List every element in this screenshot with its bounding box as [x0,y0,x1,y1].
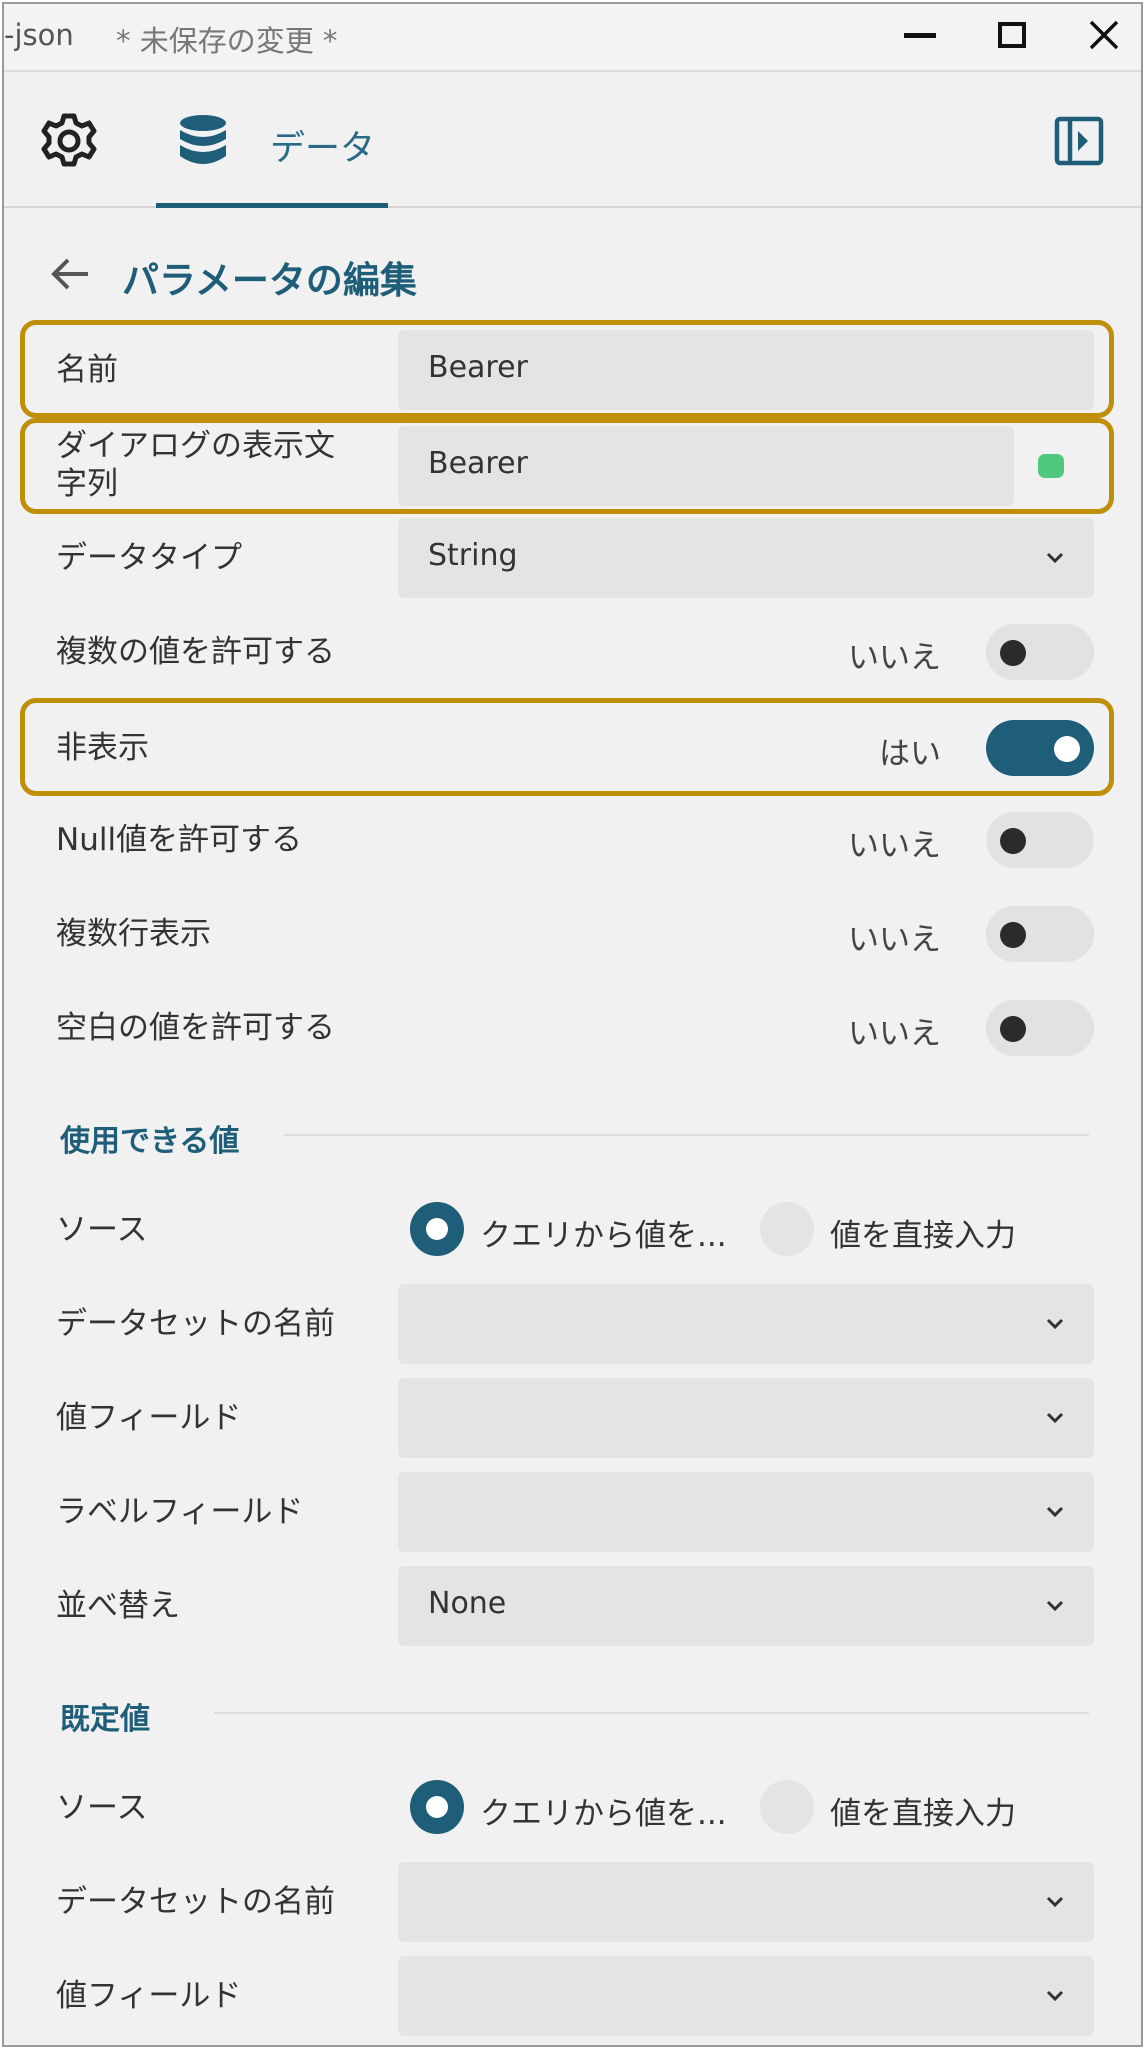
available-source-label: ソース [56,1212,148,1248]
window-title: -json [4,18,74,52]
chevron-down-icon [1046,1506,1064,1518]
null-state: いいえ [848,828,941,864]
minimize-button[interactable] [880,4,960,66]
highlight-name [20,320,1114,418]
multiline-state: いいえ [848,922,941,958]
default-dataset-label: データセットの名前 [56,1884,335,1920]
chevron-down-icon [1046,1600,1064,1612]
title-bar: -json * 未保存の変更 * [4,4,1141,72]
default-value-field-row: 値フィールド [4,1956,1141,2036]
datatype-select[interactable]: String [398,518,1094,598]
multi-value-label: 複数の値を許可する [56,634,335,670]
minimize-icon [904,32,936,38]
blank-row: 空白の値を許可する いいえ [4,1000,1141,1056]
panel-toggle-icon[interactable] [1054,116,1104,166]
available-value-field-row: 値フィールド [4,1378,1141,1458]
available-dataset-label: データセットの名前 [56,1306,335,1342]
default-value-field-label: 値フィールド [56,1978,242,2014]
available-sort-select[interactable]: None [398,1566,1094,1646]
gear-icon[interactable] [40,112,98,170]
default-source-label: ソース [56,1790,148,1826]
null-label: Null値を許可する [56,822,303,858]
multiline-row: 複数行表示 いいえ [4,906,1141,962]
multiline-label: 複数行表示 [56,916,211,952]
close-button[interactable] [1064,4,1141,66]
default-value-field-select[interactable] [398,1956,1094,2036]
divider [214,1712,1089,1714]
multi-value-row: 複数の値を許可する いいえ [4,624,1141,680]
default-dataset-row: データセットの名前 [4,1862,1141,1942]
default-radio-query[interactable] [410,1780,464,1834]
available-label-field-row: ラベルフィールド [4,1472,1141,1552]
multi-value-toggle[interactable] [986,624,1094,680]
datatype-row: データタイプ String [4,518,1141,598]
default-source-row: ソース クエリから値を... 値を直接入力 [4,1780,1141,1836]
close-icon [1089,20,1119,50]
available-sort-row: 並べ替え None [4,1566,1141,1646]
default-radio-direct-label[interactable]: 値を直接入力 [830,1788,1016,1833]
available-dataset-select[interactable] [398,1284,1094,1364]
datatype-label: データタイプ [56,540,242,576]
null-row: Null値を許可する いいえ [4,812,1141,868]
available-values-heading: 使用できる値 [60,1124,240,1159]
available-value-field-select[interactable] [398,1378,1094,1458]
available-radio-query[interactable] [410,1202,464,1256]
blank-toggle[interactable] [986,1000,1094,1056]
chevron-down-icon [1046,1318,1064,1330]
null-toggle[interactable] [986,812,1094,868]
available-dataset-row: データセットの名前 [4,1284,1141,1364]
multi-value-state: いいえ [848,640,941,676]
available-source-row: ソース クエリから値を... 値を直接入力 [4,1202,1141,1258]
unsaved-indicator: * 未保存の変更 * [116,24,338,58]
default-values-heading: 既定値 [60,1702,150,1737]
chevron-down-icon [1046,1896,1064,1908]
database-icon [180,115,226,164]
available-radio-direct[interactable] [760,1202,814,1256]
default-radio-query-label[interactable]: クエリから値を... [480,1788,727,1833]
maximize-button[interactable] [972,4,1052,66]
chevron-down-icon [1046,552,1064,564]
default-dataset-select[interactable] [398,1862,1094,1942]
chevron-down-icon [1046,1990,1064,2002]
highlight-hidden [20,698,1114,796]
divider [284,1134,1089,1136]
chevron-down-icon [1046,1412,1064,1424]
default-radio-direct[interactable] [760,1780,814,1834]
highlight-display-string [20,418,1114,514]
back-arrow-icon[interactable] [48,252,92,296]
available-value-field-label: 値フィールド [56,1400,242,1436]
multiline-toggle[interactable] [986,906,1094,962]
available-sort-value: None [428,1586,507,1621]
maximize-icon [998,22,1026,48]
available-label-field-label: ラベルフィールド [56,1494,304,1530]
tab-data[interactable]: データ [156,74,388,208]
available-radio-query-label[interactable]: クエリから値を... [480,1210,727,1255]
page-title: パラメータの編集 [122,259,417,302]
available-radio-direct-label[interactable]: 値を直接入力 [830,1210,1016,1255]
available-label-field-select[interactable] [398,1472,1094,1552]
datatype-value: String [428,538,518,573]
app-window: -json * 未保存の変更 * データ パラメータの編集 名前 Bearer … [2,2,1143,2047]
blank-label: 空白の値を許可する [56,1010,335,1046]
tab-bar: データ [4,74,1141,208]
available-sort-label: 並べ替え [56,1588,180,1624]
blank-state: いいえ [848,1016,941,1052]
tab-data-label: データ [270,129,376,169]
